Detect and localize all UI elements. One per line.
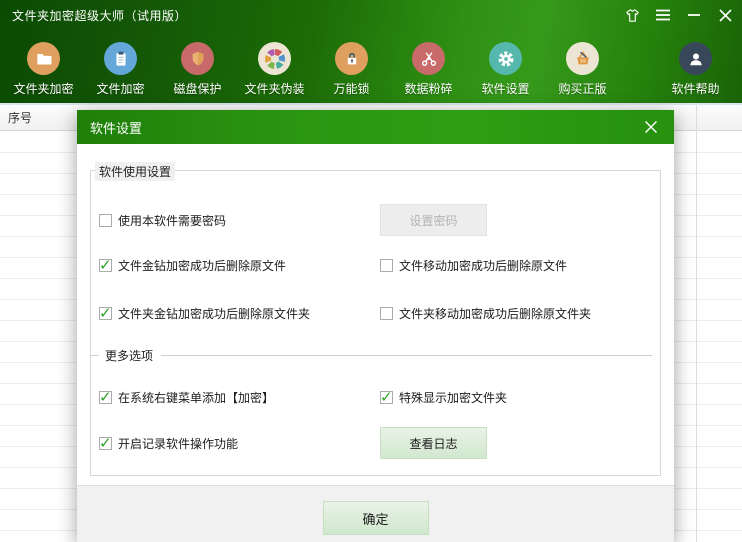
toolbar-label: 软件设置: [481, 80, 529, 97]
toolbar-item-help[interactable]: 软件帮助: [657, 42, 734, 97]
checkbox-box[interactable]: [99, 391, 112, 404]
toolbar: 文件夹加密 文件加密 磁盘保护 文件夹伪装 万能锁: [0, 30, 742, 103]
close-icon[interactable]: [716, 6, 734, 24]
separator-dash: [91, 355, 99, 356]
window-title: 文件夹加密超级大师（试用版）: [12, 7, 187, 24]
toolbar-item-buy[interactable]: 购买正版: [544, 42, 621, 97]
minimize-icon[interactable]: [685, 6, 703, 24]
checkbox-label: 开启记录软件操作功能: [118, 435, 238, 452]
checkbox-box[interactable]: [99, 437, 112, 450]
checkbox-log-operations[interactable]: 开启记录软件操作功能: [99, 435, 238, 452]
set-password-button[interactable]: 设置密码: [380, 204, 487, 236]
row-context-menu: 在系统右键菜单添加【加密】 特殊显示加密文件夹: [99, 387, 652, 407]
checkbox-label: 文件移动加密成功后删除原文件: [399, 257, 567, 274]
column-header-index[interactable]: 序号: [8, 109, 32, 126]
checkbox-file-gold-delete[interactable]: 文件金钻加密成功后删除原文件: [99, 257, 286, 274]
row-file-delete: 文件金钻加密成功后删除原文件 文件移动加密成功后删除原文件: [99, 255, 652, 275]
settings-dialog: 软件设置 软件使用设置 使用本软件需要密码 设置密码: [77, 110, 674, 542]
titlebar: 文件夹加密超级大师（试用版）: [0, 0, 742, 30]
row-log: 开启记录软件操作功能 查看日志: [99, 427, 652, 459]
checkbox-label: 文件夹移动加密成功后删除原文件夹: [399, 305, 591, 322]
gear-icon: [489, 42, 522, 75]
toolbar-label: 文件加密: [96, 80, 144, 97]
checkbox-box[interactable]: [380, 307, 393, 320]
table-column-divider: [696, 105, 697, 542]
toolbar-label: 软件帮助: [671, 80, 719, 97]
toolbar-label: 万能锁: [333, 80, 369, 97]
toolbar-label: 数据粉碎: [404, 80, 452, 97]
groupbox-title: 软件使用设置: [95, 162, 175, 181]
toolbar-label: 磁盘保护: [173, 80, 221, 97]
checkbox-label: 文件金钻加密成功后删除原文件: [118, 257, 286, 274]
toolbar-label: 购买正版: [558, 80, 606, 97]
shield-icon: [181, 42, 214, 75]
separator-line: [161, 355, 652, 356]
skin-icon[interactable]: [623, 6, 641, 24]
toolbar-item-universal-lock[interactable]: 万能锁: [313, 42, 390, 97]
menu-icon[interactable]: [654, 6, 672, 24]
titlebar-controls: [623, 6, 734, 24]
checkbox-special-display[interactable]: 特殊显示加密文件夹: [380, 389, 507, 406]
person-icon: [679, 42, 712, 75]
dialog-body: 软件使用设置 使用本软件需要密码 设置密码 文件金钻加密成功后删除原文件: [77, 144, 674, 485]
folder-icon: [27, 42, 60, 75]
ok-button[interactable]: 确定: [323, 501, 429, 535]
toolbar-item-data-shred[interactable]: 数据粉碎: [390, 42, 467, 97]
checkbox-box[interactable]: [99, 307, 112, 320]
palette-icon: [258, 42, 291, 75]
toolbar-item-settings[interactable]: 软件设置: [467, 42, 544, 97]
scissors-icon: [412, 42, 445, 75]
checkbox-box[interactable]: [380, 259, 393, 272]
more-options-separator: 更多选项: [99, 347, 652, 364]
toolbar-item-folder-disguise[interactable]: 文件夹伪装: [236, 42, 313, 97]
checkbox-box[interactable]: [380, 391, 393, 404]
usage-settings-groupbox: 软件使用设置 使用本软件需要密码 设置密码 文件金钻加密成功后删除原文件: [90, 170, 661, 476]
toolbar-item-folder-encrypt[interactable]: 文件夹加密: [5, 42, 82, 97]
checkbox-context-menu[interactable]: 在系统右键菜单添加【加密】: [99, 389, 274, 406]
toolbar-label: 文件夹伪装: [244, 80, 304, 97]
checkbox-folder-move-delete[interactable]: 文件夹移动加密成功后删除原文件夹: [380, 305, 591, 322]
view-log-button[interactable]: 查看日志: [380, 427, 487, 459]
row-folder-delete: 文件夹金钻加密成功后删除原文件夹 文件夹移动加密成功后删除原文件夹: [99, 303, 652, 323]
basket-icon: [566, 42, 599, 75]
checkbox-file-move-delete[interactable]: 文件移动加密成功后删除原文件: [380, 257, 567, 274]
checkbox-label: 文件夹金钻加密成功后删除原文件夹: [118, 305, 310, 322]
dialog-header: 软件设置: [77, 110, 674, 144]
toolbar-item-disk-protect[interactable]: 磁盘保护: [159, 42, 236, 97]
toolbar-label: 文件夹加密: [13, 80, 73, 97]
checkbox-folder-gold-delete[interactable]: 文件夹金钻加密成功后删除原文件夹: [99, 305, 310, 322]
window-chrome: 文件夹加密超级大师（试用版） 文件夹加密: [0, 0, 742, 105]
row-password: 使用本软件需要密码 设置密码: [99, 203, 652, 237]
checkbox-label: 使用本软件需要密码: [118, 212, 226, 229]
checkbox-box[interactable]: [99, 214, 112, 227]
more-options-label: 更多选项: [105, 347, 153, 364]
dialog-title: 软件设置: [90, 118, 142, 137]
checkbox-require-password[interactable]: 使用本软件需要密码: [99, 212, 226, 229]
checkbox-box[interactable]: [99, 259, 112, 272]
lock-icon: [335, 42, 368, 75]
checkbox-label: 在系统右键菜单添加【加密】: [118, 389, 274, 406]
dialog-footer: 确定: [77, 485, 674, 542]
checkbox-label: 特殊显示加密文件夹: [399, 389, 507, 406]
file-icon: [104, 42, 137, 75]
dialog-close-icon[interactable]: [641, 117, 661, 137]
toolbar-item-file-encrypt[interactable]: 文件加密: [82, 42, 159, 97]
